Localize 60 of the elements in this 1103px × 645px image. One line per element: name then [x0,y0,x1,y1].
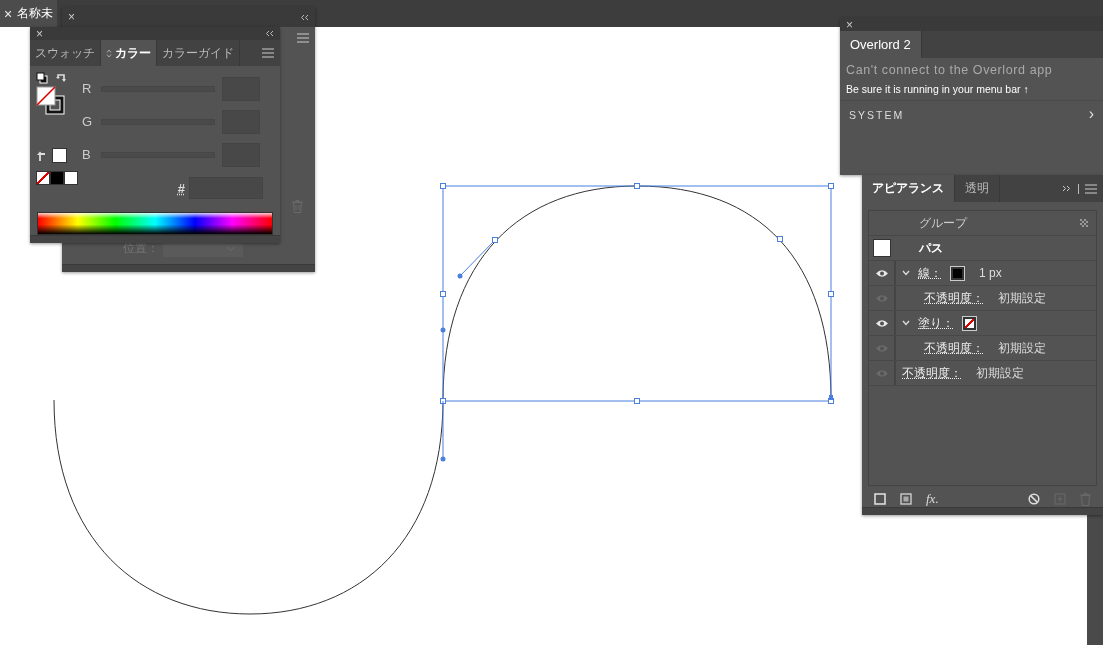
menu-icon[interactable] [297,33,309,43]
chevron-icon[interactable] [902,270,910,276]
hex-label: # [177,180,185,196]
resize-grip[interactable] [30,235,280,243]
channel-label: G [82,114,94,129]
path-thumbnail [872,239,891,257]
opacity-value: 初期設定 [998,339,1046,357]
expand-icon[interactable] [1062,185,1072,192]
default-colors-icon[interactable] [36,72,48,84]
menu-icon[interactable] [262,48,274,58]
opacity-label[interactable]: 不透明度： [902,364,962,382]
caret-icon [226,245,235,252]
color-swatch[interactable] [64,171,78,185]
new-stroke-icon[interactable] [874,493,886,505]
menu-icon[interactable] [1085,183,1097,194]
stroke-swatch[interactable] [950,265,965,281]
color-spectrum[interactable] [37,212,273,235]
close-icon[interactable]: × [846,18,853,31]
close-icon[interactable]: × [4,6,13,21]
last-color-swatch[interactable] [52,148,67,163]
channel-label: B [82,147,92,162]
fill-swatch[interactable] [962,315,977,331]
eye-icon[interactable] [874,318,889,328]
attribute-label[interactable]: 線： [918,264,942,282]
document-tab[interactable]: × 名称未 [0,0,58,27]
section-row[interactable]: SYSTEM › [840,101,1103,121]
path-label: パス [918,239,943,257]
opacity-label[interactable]: 不透明度： [924,289,984,307]
collapse-icon[interactable] [300,13,309,21]
new-fill-icon[interactable] [900,493,912,505]
none-swatch[interactable] [36,171,50,185]
stroke-weight[interactable]: 1 px [979,266,1002,280]
panel-tab[interactable]: 透明 [955,175,1000,202]
checkerboard-icon [1080,219,1088,227]
attribute-label[interactable]: 塗り： [918,314,954,332]
fill-stroke-indicator-icon[interactable] [36,86,66,116]
panel-tab[interactable]: Overlord 2 [840,31,922,58]
updown-icon [106,48,112,58]
hint-text: Be sure it is running in your menu bar ↑ [840,77,1103,101]
resize-grip[interactable] [62,264,315,272]
channel-label: R [82,81,93,96]
group-label: グループ [919,214,967,232]
eye-icon[interactable] [874,268,889,278]
clear-icon[interactable] [1028,493,1040,505]
panel-tab[interactable]: カラーガイド [157,40,240,66]
opacity-label[interactable]: 不透明度： [924,339,984,357]
opacity-value: 初期設定 [998,289,1046,307]
color-swatch[interactable] [50,171,64,185]
resize-grip[interactable] [862,507,1103,515]
swap-arrow-icon[interactable] [56,72,67,84]
status-message: Can't connect to the Overlord app [845,62,1054,77]
collapse-icon[interactable] [265,30,274,37]
chevron-icon[interactable] [902,320,910,326]
panel-tab[interactable]: カラー [101,40,157,66]
close-icon[interactable]: × [36,27,43,40]
close-icon[interactable]: × [68,11,75,23]
opacity-value: 初期設定 [976,364,1024,382]
panel-tab[interactable]: アピアランス [862,175,955,202]
up-arrow-icon[interactable] [36,150,46,161]
effects-button[interactable]: fx. [926,491,939,507]
